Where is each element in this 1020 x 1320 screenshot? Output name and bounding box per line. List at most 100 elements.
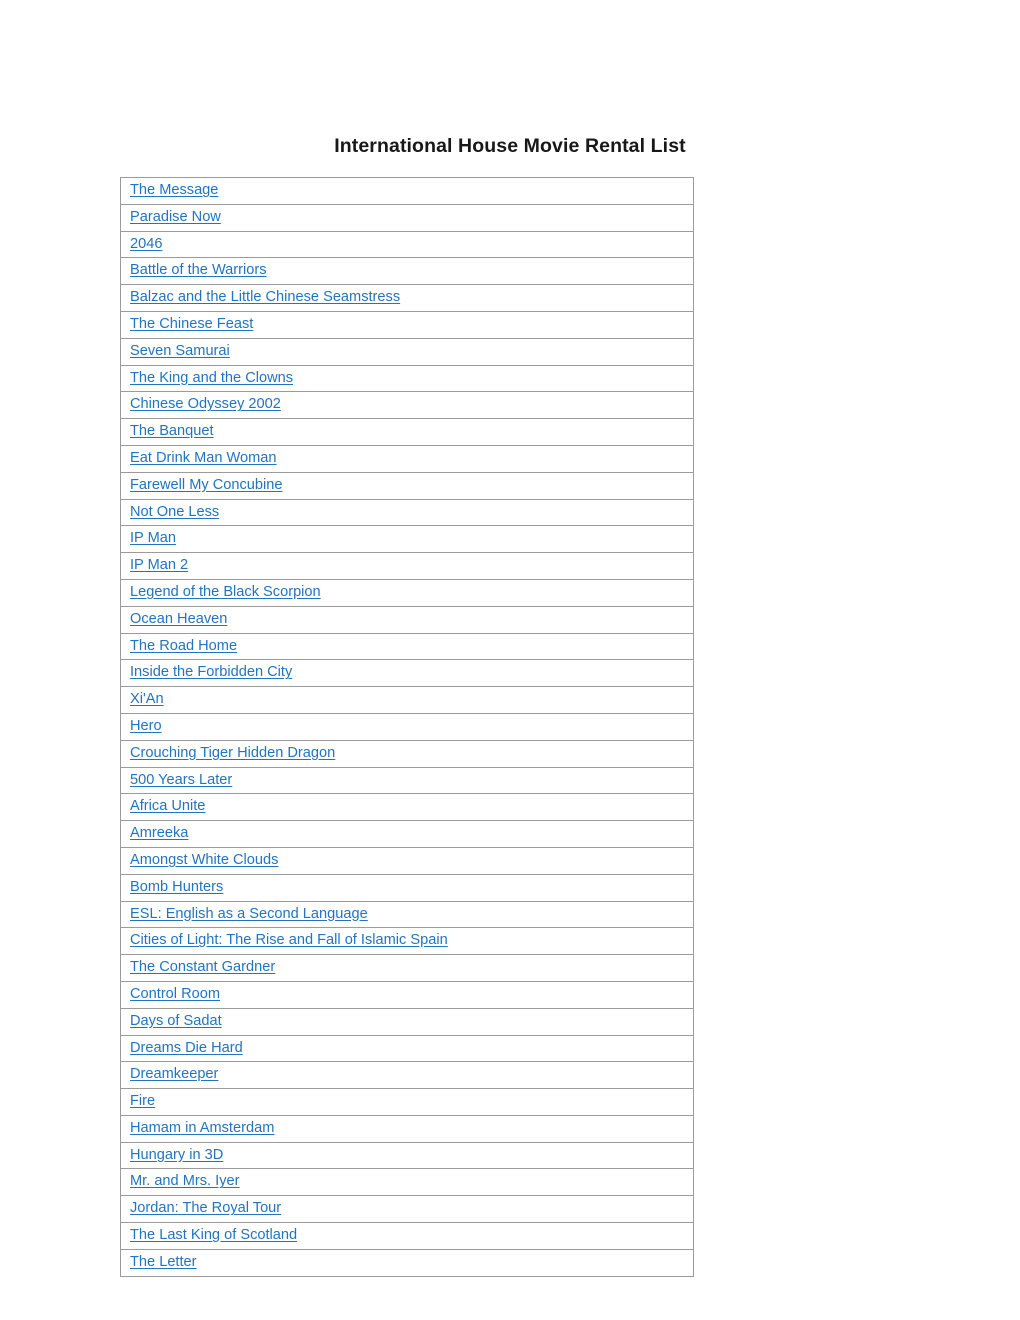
movie-title-link[interactable]: The Banquet: [130, 423, 214, 439]
movie-title-link[interactable]: The Chinese Feast: [130, 316, 253, 332]
movie-title-link[interactable]: IP Man: [130, 530, 176, 546]
movie-title-link[interactable]: Xi'An: [130, 691, 164, 707]
movie-title-cell: IP Man: [120, 525, 694, 554]
movie-title-cell: Hungary in 3D: [120, 1141, 694, 1170]
movie-title-cell: Dreams Die Hard: [120, 1034, 694, 1063]
movie-title-link[interactable]: IP Man 2: [130, 557, 188, 573]
movie-title-link[interactable]: Balzac and the Little Chinese Seamstress: [130, 289, 400, 305]
movie-title-cell: Bomb Hunters: [120, 873, 694, 902]
document-page: International House Movie Rental List Th…: [0, 0, 1020, 1320]
table-row: Hamam in Amsterdam: [120, 1114, 694, 1143]
movie-title-link[interactable]: Amreeka: [130, 825, 188, 841]
table-row: Amongst White Clouds: [120, 846, 694, 875]
page-title: International House Movie Rental List: [334, 135, 686, 158]
movie-title-cell: Xi'An: [120, 686, 694, 714]
movie-title-link[interactable]: Hungary in 3D: [130, 1147, 223, 1163]
movie-title-cell: Farewell My Concubine: [120, 471, 694, 500]
movie-title-cell: The Road Home: [120, 632, 694, 661]
movie-title-cell: Crouching Tiger Hidden Dragon: [120, 739, 694, 768]
table-row: Dreams Die Hard: [120, 1034, 694, 1063]
table-row: IP Man: [120, 525, 694, 554]
movie-title-link[interactable]: Jordan: The Royal Tour: [130, 1200, 281, 1216]
movie-title-cell: Days of Sadat: [120, 1007, 694, 1036]
table-row: The Constant Gardner: [120, 954, 694, 982]
movie-title-link[interactable]: 2046: [130, 236, 162, 252]
movie-title-link[interactable]: Dreams Die Hard: [130, 1040, 243, 1056]
movie-title-cell: Amreeka: [120, 820, 694, 848]
movie-title-cell: Dreamkeeper: [120, 1061, 694, 1090]
movie-title-cell: The Banquet: [120, 418, 694, 446]
movie-title-link[interactable]: Hero: [130, 718, 162, 734]
movie-title-link[interactable]: The Constant Gardner: [130, 959, 275, 975]
movie-title-link[interactable]: The Message: [130, 182, 218, 198]
movie-title-cell: Control Room: [120, 980, 694, 1009]
table-row: ESL: English as a Second Language: [120, 900, 694, 929]
table-row: Amreeka: [120, 820, 694, 848]
movie-title-cell: Jordan: The Royal Tour: [120, 1195, 694, 1224]
table-row: 500 Years Later: [120, 766, 694, 795]
table-row: The Chinese Feast: [120, 310, 694, 339]
movie-title-link[interactable]: Fire: [130, 1093, 155, 1109]
table-row: Days of Sadat: [120, 1007, 694, 1036]
movie-title-link[interactable]: Cities of Light: The Rise and Fall of Is…: [130, 932, 448, 948]
movie-title-link[interactable]: Dreamkeeper: [130, 1066, 218, 1082]
table-row: Inside the Forbidden City: [120, 659, 694, 688]
movie-title-link[interactable]: Eat Drink Man Woman: [130, 450, 277, 466]
movie-title-cell: Paradise Now: [120, 203, 694, 232]
movie-title-link[interactable]: Farewell My Concubine: [130, 477, 283, 493]
movie-title-cell: 2046: [120, 230, 694, 259]
movie-title-link[interactable]: Control Room: [130, 986, 220, 1002]
movie-title-link[interactable]: Africa Unite: [130, 798, 205, 814]
movie-title-link[interactable]: The Letter: [130, 1254, 197, 1270]
movie-title-link[interactable]: Not One Less: [130, 504, 219, 520]
movie-title-cell: ESL: English as a Second Language: [120, 900, 694, 929]
table-row: Ocean Heaven: [120, 605, 694, 634]
table-row: Eat Drink Man Woman: [120, 444, 694, 473]
movie-title-cell: Cities of Light: The Rise and Fall of Is…: [120, 927, 694, 956]
movie-title-link[interactable]: Inside the Forbidden City: [130, 664, 292, 680]
table-row: The Message: [120, 177, 694, 205]
movie-title-link[interactable]: Crouching Tiger Hidden Dragon: [130, 745, 335, 761]
movie-title-link[interactable]: Amongst White Clouds: [130, 852, 278, 868]
movie-title-cell: Eat Drink Man Woman: [120, 444, 694, 473]
table-row: Seven Samurai: [120, 337, 694, 366]
table-row: Cities of Light: The Rise and Fall of Is…: [120, 927, 694, 956]
movie-title-link[interactable]: Seven Samurai: [130, 343, 230, 359]
movie-title-link[interactable]: Days of Sadat: [130, 1013, 222, 1029]
table-row: Not One Less: [120, 498, 694, 527]
movie-title-link[interactable]: Bomb Hunters: [130, 879, 223, 895]
movie-title-link[interactable]: Hamam in Amsterdam: [130, 1120, 274, 1136]
movie-title-link[interactable]: The Road Home: [130, 638, 237, 654]
movie-title-link[interactable]: Chinese Odyssey 2002: [130, 396, 281, 412]
movie-rental-table: The Message Paradise Now 2046 Battle of the…: [120, 177, 694, 1277]
table-row: Bomb Hunters: [120, 873, 694, 902]
movie-title-link[interactable]: ESL: English as a Second Language: [130, 906, 368, 922]
table-row: The Last King of Scotland: [120, 1222, 694, 1250]
table-row: Jordan: The Royal Tour: [120, 1195, 694, 1224]
movie-title-link[interactable]: Ocean Heaven: [130, 611, 227, 627]
movie-title-cell: Legend of the Black Scorpion: [120, 578, 694, 607]
movie-title-link[interactable]: Legend of the Black Scorpion: [130, 584, 321, 600]
table-row: The King and the Clowns: [120, 364, 694, 393]
table-row: IP Man 2: [120, 552, 694, 580]
movie-title-cell: The Chinese Feast: [120, 310, 694, 339]
movie-title-cell: The Constant Gardner: [120, 954, 694, 982]
table-row: The Letter: [120, 1248, 694, 1277]
table-row: Legend of the Black Scorpion: [120, 578, 694, 607]
movie-title-link[interactable]: The King and the Clowns: [130, 370, 293, 386]
movie-title-link[interactable]: Paradise Now: [130, 209, 221, 225]
movie-title-cell: Battle of the Warriors: [120, 257, 694, 286]
movie-title-link[interactable]: Battle of the Warriors: [130, 262, 267, 278]
table-row: 2046: [120, 230, 694, 259]
movie-title-cell: The Message: [120, 177, 694, 205]
movie-title-cell: Africa Unite: [120, 793, 694, 822]
table-row: Fire: [120, 1088, 694, 1116]
movie-title-cell: Hamam in Amsterdam: [120, 1114, 694, 1143]
movie-title-link[interactable]: The Last King of Scotland: [130, 1227, 297, 1243]
movie-title-link[interactable]: Mr. and Mrs. Iyer: [130, 1173, 239, 1189]
movie-title-cell: Seven Samurai: [120, 337, 694, 366]
movie-title-link[interactable]: 500 Years Later: [130, 772, 232, 788]
movie-title-cell: The King and the Clowns: [120, 364, 694, 393]
table-row: Mr. and Mrs. Iyer: [120, 1168, 694, 1197]
table-row: Farewell My Concubine: [120, 471, 694, 500]
